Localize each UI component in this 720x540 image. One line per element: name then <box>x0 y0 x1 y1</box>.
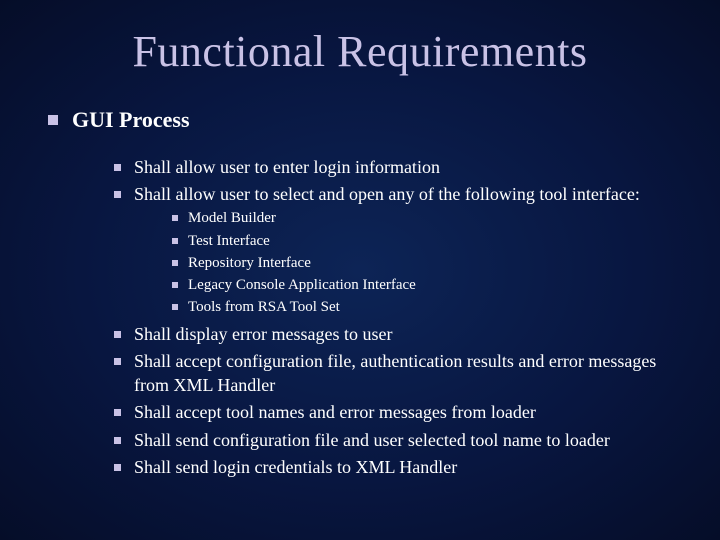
item-text: Repository Interface <box>188 255 311 271</box>
list-item: Shall allow user to enter login informat… <box>112 155 676 179</box>
item-text: Test Interface <box>188 233 270 249</box>
list-item: Tools from RSA Tool Set <box>170 297 676 317</box>
item-text: Shall send login credentials to XML Hand… <box>134 457 457 477</box>
item-text: Shall accept configuration file, authent… <box>134 351 656 395</box>
list-item: Test Interface <box>170 231 676 251</box>
item-text: Shall allow user to select and open any … <box>134 184 640 204</box>
list-item: Legacy Console Application Interface <box>170 275 676 295</box>
list-item: Shall display error messages to user <box>112 322 676 346</box>
list-item: Shall accept configuration file, authent… <box>112 349 676 398</box>
item-text: Shall display error messages to user <box>134 324 392 344</box>
item-text: Shall send configuration file and user s… <box>134 430 610 450</box>
item-text: Shall allow user to enter login informat… <box>134 157 440 177</box>
section-heading: GUI Process Shall allow user to enter lo… <box>44 105 676 479</box>
list-item: Shall send configuration file and user s… <box>112 428 676 452</box>
list-item: Repository Interface <box>170 253 676 273</box>
slide: Functional Requirements GUI Process Shal… <box>0 0 720 540</box>
slide-title: Functional Requirements <box>44 26 676 77</box>
section-heading-text: GUI Process <box>72 107 190 132</box>
item-text: Legacy Console Application Interface <box>188 277 416 293</box>
item-text: Model Builder <box>188 210 276 226</box>
level2-list: Shall allow user to enter login informat… <box>112 155 676 480</box>
list-item: Model Builder <box>170 208 676 228</box>
item-text: Shall accept tool names and error messag… <box>134 402 536 422</box>
item-text: Tools from RSA Tool Set <box>188 299 340 315</box>
list-item: Shall send login credentials to XML Hand… <box>112 455 676 479</box>
level1-list: GUI Process Shall allow user to enter lo… <box>44 105 676 479</box>
list-item: Shall accept tool names and error messag… <box>112 400 676 424</box>
level3-list: Model Builder Test Interface Repository … <box>170 208 676 317</box>
list-item: Shall allow user to select and open any … <box>112 182 676 318</box>
